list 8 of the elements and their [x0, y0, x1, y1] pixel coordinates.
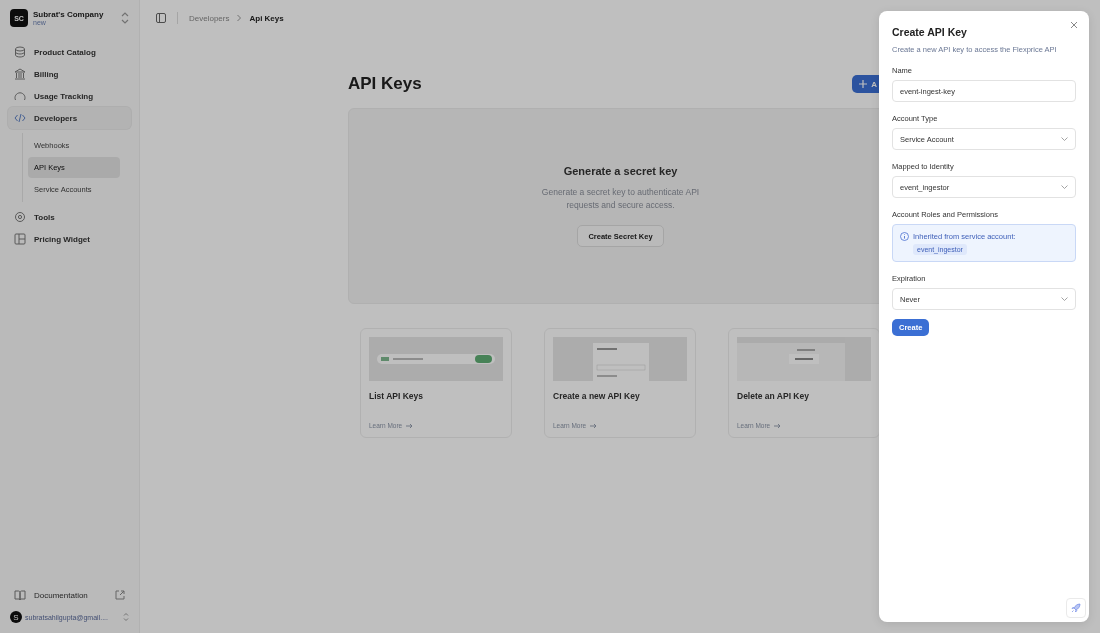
user-avatar: S [10, 611, 22, 623]
empty-state-text: Generate a secret key to authenticate API requests and secure access. [540, 186, 701, 212]
card-title: Create a new API Key [553, 391, 641, 401]
empty-state-title: Generate a secret key [563, 165, 678, 177]
page-title: API Keys [348, 74, 422, 94]
dialog-title: Create API Key [892, 26, 968, 38]
card-title: Delete an API Key [737, 391, 810, 401]
card-title: List API Keys [369, 391, 424, 401]
